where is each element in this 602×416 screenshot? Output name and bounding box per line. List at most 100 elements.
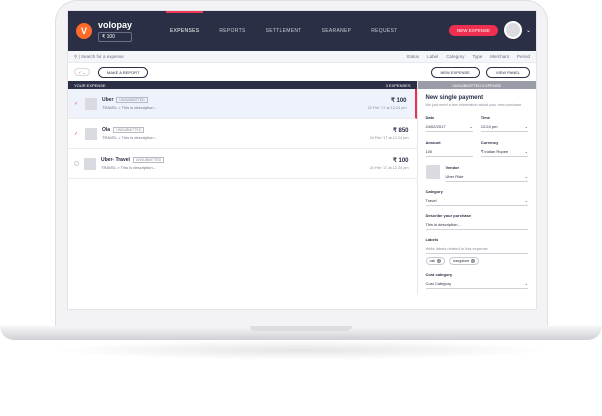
make-report-button[interactable]: MAKE A REPORT	[98, 66, 149, 78]
check-icon[interactable]: ✓	[74, 131, 80, 137]
vendor-select[interactable]: Uber Ride ⌄	[445, 172, 528, 182]
nav-tabs: EXPENSES REPORTS SETTLEMENT SEARANEP REQ…	[160, 11, 408, 51]
laptop-notch	[250, 326, 352, 331]
description: TRAVEL > This is description...	[101, 165, 156, 170]
time-value: 12:24 pm	[480, 124, 498, 129]
filter-label[interactable]: Label	[427, 54, 438, 59]
tab-settlement[interactable]: SETTLEMENT	[256, 11, 312, 51]
time-input[interactable]: 12:24 pm ⌄	[480, 122, 528, 132]
vendor-field: Vendor Uber Ride ⌄	[445, 165, 528, 182]
filter-period[interactable]: Period	[517, 54, 530, 59]
chevron-down-icon: ⌄	[524, 281, 528, 286]
date-time-row: Date 24/02/2017 ⌄ Time 12:24 pm ⌄	[425, 115, 528, 132]
amount-input[interactable]: 100	[425, 147, 473, 157]
search-input[interactable]: Search for a expense	[81, 54, 124, 59]
category-field: Category Travel ⌄	[425, 189, 528, 206]
search-icon: ⚲	[74, 53, 78, 59]
amount-block: ₹ 100 24 Feb '17 at 12:24 pm	[368, 97, 407, 110]
amount-label: Amount	[425, 140, 441, 145]
tab-expenses[interactable]: EXPENSES	[160, 11, 209, 51]
check-icon[interactable]: ✓	[74, 101, 80, 107]
filter-merchant[interactable]: Merchant	[490, 54, 509, 59]
category-value: Travel	[425, 198, 437, 203]
receipt-thumbnail	[85, 127, 97, 140]
vendor-row: Vendor Uber Ride ⌄	[425, 165, 528, 182]
balance-dropdown[interactable]: ₹ 100	[98, 32, 132, 42]
chip-text: bangalore	[453, 259, 470, 263]
tab-request[interactable]: REQUEST	[361, 11, 407, 51]
filter-category[interactable]: Category	[446, 54, 464, 59]
new-expense-button[interactable]: NEW EXPENSE	[448, 25, 498, 36]
select-all-dropdown[interactable]: ✓ ⌄	[74, 68, 90, 76]
date-input[interactable]: 24/02/2017 ⌄	[425, 122, 473, 132]
category-select[interactable]: Travel ⌄	[425, 196, 528, 206]
time-field: Time 12:24 pm ⌄	[480, 115, 528, 132]
avatar[interactable]	[504, 21, 522, 39]
new-expense-outline-button[interactable]: NEW EXPENSE	[430, 66, 480, 78]
label-chip[interactable]: cab ×	[425, 257, 446, 265]
filter-type[interactable]: Type	[472, 54, 482, 59]
expense-list: YOUR EXPENSE 3 EXPENSES ✓ Uber UNSUBMITT…	[68, 81, 417, 295]
status-badge: UNSUBMITTED	[132, 157, 165, 163]
currency-select[interactable]: ₹ Indian Rupee ⌄	[480, 147, 528, 157]
date-value: 24/02/2017	[425, 124, 446, 129]
view-panel-button[interactable]: VIEW PANEL	[485, 66, 530, 78]
cost-category-label: Cost category	[425, 272, 453, 277]
chevron-down-icon: ⌄	[469, 124, 473, 129]
expense-count: 3 EXPENSES	[385, 82, 411, 88]
merchant: Uber- Travel UNSUBMITTED	[101, 157, 165, 163]
tab-reports[interactable]: REPORTS	[209, 11, 255, 51]
amount: ₹ 100	[391, 98, 407, 104]
labels-field: Labels Write labels related to this expe…	[425, 237, 529, 265]
chevron-down-icon[interactable]: ⌄	[526, 27, 531, 34]
describe-input[interactable]: This is description...	[425, 220, 528, 230]
merchant-name: Ola	[102, 127, 111, 133]
list-item-info: Uber UNSUBMITTED TRAVEL > This is descri…	[102, 97, 157, 110]
describe-field: Describe your purchase This is descripti…	[425, 213, 528, 230]
list-title: YOUR EXPENSE	[74, 82, 106, 88]
chevron-down-icon: ⌄	[524, 124, 528, 129]
list-item[interactable]: ✓ Ola UNSUBMITTED TRAVEL > This is descr…	[68, 119, 417, 149]
category-label: Category	[425, 189, 443, 194]
close-icon[interactable]: ×	[437, 259, 442, 263]
volopay-logo-icon[interactable]: V	[76, 23, 92, 39]
merchant-name: Uber- Travel	[101, 157, 130, 163]
receipt-thumbnail	[85, 97, 97, 110]
brand: volopay ₹ 100	[98, 20, 132, 42]
cost-category-value: Cost Category	[425, 281, 452, 286]
list-item-info: Uber- Travel UNSUBMITTED TRAVEL > This i…	[101, 157, 165, 170]
expense-list-header: YOUR EXPENSE 3 EXPENSES	[68, 81, 417, 89]
content-columns: YOUR EXPENSE 3 EXPENSES ✓ Uber UNSUBMITT…	[68, 81, 536, 295]
close-icon[interactable]: ×	[471, 259, 476, 263]
filter-group: Status Label Category Type Merchant Peri…	[406, 54, 530, 59]
search-bar: ⚲ | Search for a expense Status Label Ca…	[68, 51, 536, 63]
tab-searanep[interactable]: SEARANEP	[312, 11, 362, 51]
amount-block: ₹ 850 24 Feb '17 at 12:24 pm	[370, 127, 409, 140]
cost-category-select[interactable]: Cost Category ⌄	[425, 279, 528, 289]
action-row: ✓ ⌄ MAKE A REPORT NEW EXPENSE VIEW PANEL	[68, 63, 536, 81]
panel-title: New single payment	[425, 95, 484, 101]
status-badge: UNSUBMITTED	[116, 97, 148, 103]
chevron-down-icon: ⌄	[524, 174, 528, 179]
filter-status[interactable]: Status	[406, 54, 419, 59]
currency-field: Currency ₹ Indian Rupee ⌄	[480, 140, 528, 157]
expense-form: New single payment We just need a few in…	[418, 89, 537, 295]
date-field: Date 24/02/2017 ⌄	[425, 115, 473, 132]
merchant: Ola UNSUBMITTED	[102, 127, 157, 133]
label-chip[interactable]: bangalore ×	[449, 257, 480, 265]
list-item[interactable]: ✓ Uber UNSUBMITTED TRAVEL > This is desc…	[68, 89, 417, 119]
currency-value: ₹ Indian Rupee	[480, 149, 509, 154]
date-label: Date	[425, 115, 435, 120]
brand-name: volopay	[98, 20, 133, 30]
list-item[interactable]: Uber- Travel UNSUBMITTED TRAVEL > This i…	[68, 149, 417, 179]
cost-category-field: Cost category Cost Category ⌄	[425, 272, 528, 289]
time-label: Time	[480, 115, 491, 120]
right-actions: NEW EXPENSE VIEW PANEL	[430, 66, 530, 78]
description: TRAVEL > This is description...	[102, 105, 157, 110]
labels-input[interactable]: Write labels related to this expense	[425, 244, 528, 254]
label-chips: cab × bangalore ×	[425, 257, 529, 265]
panel-subtitle: We just need a few information about you…	[425, 103, 522, 107]
description: TRAVEL > This is description...	[102, 135, 157, 140]
merchant: Uber UNSUBMITTED	[102, 97, 157, 103]
checkbox[interactable]	[74, 161, 79, 166]
